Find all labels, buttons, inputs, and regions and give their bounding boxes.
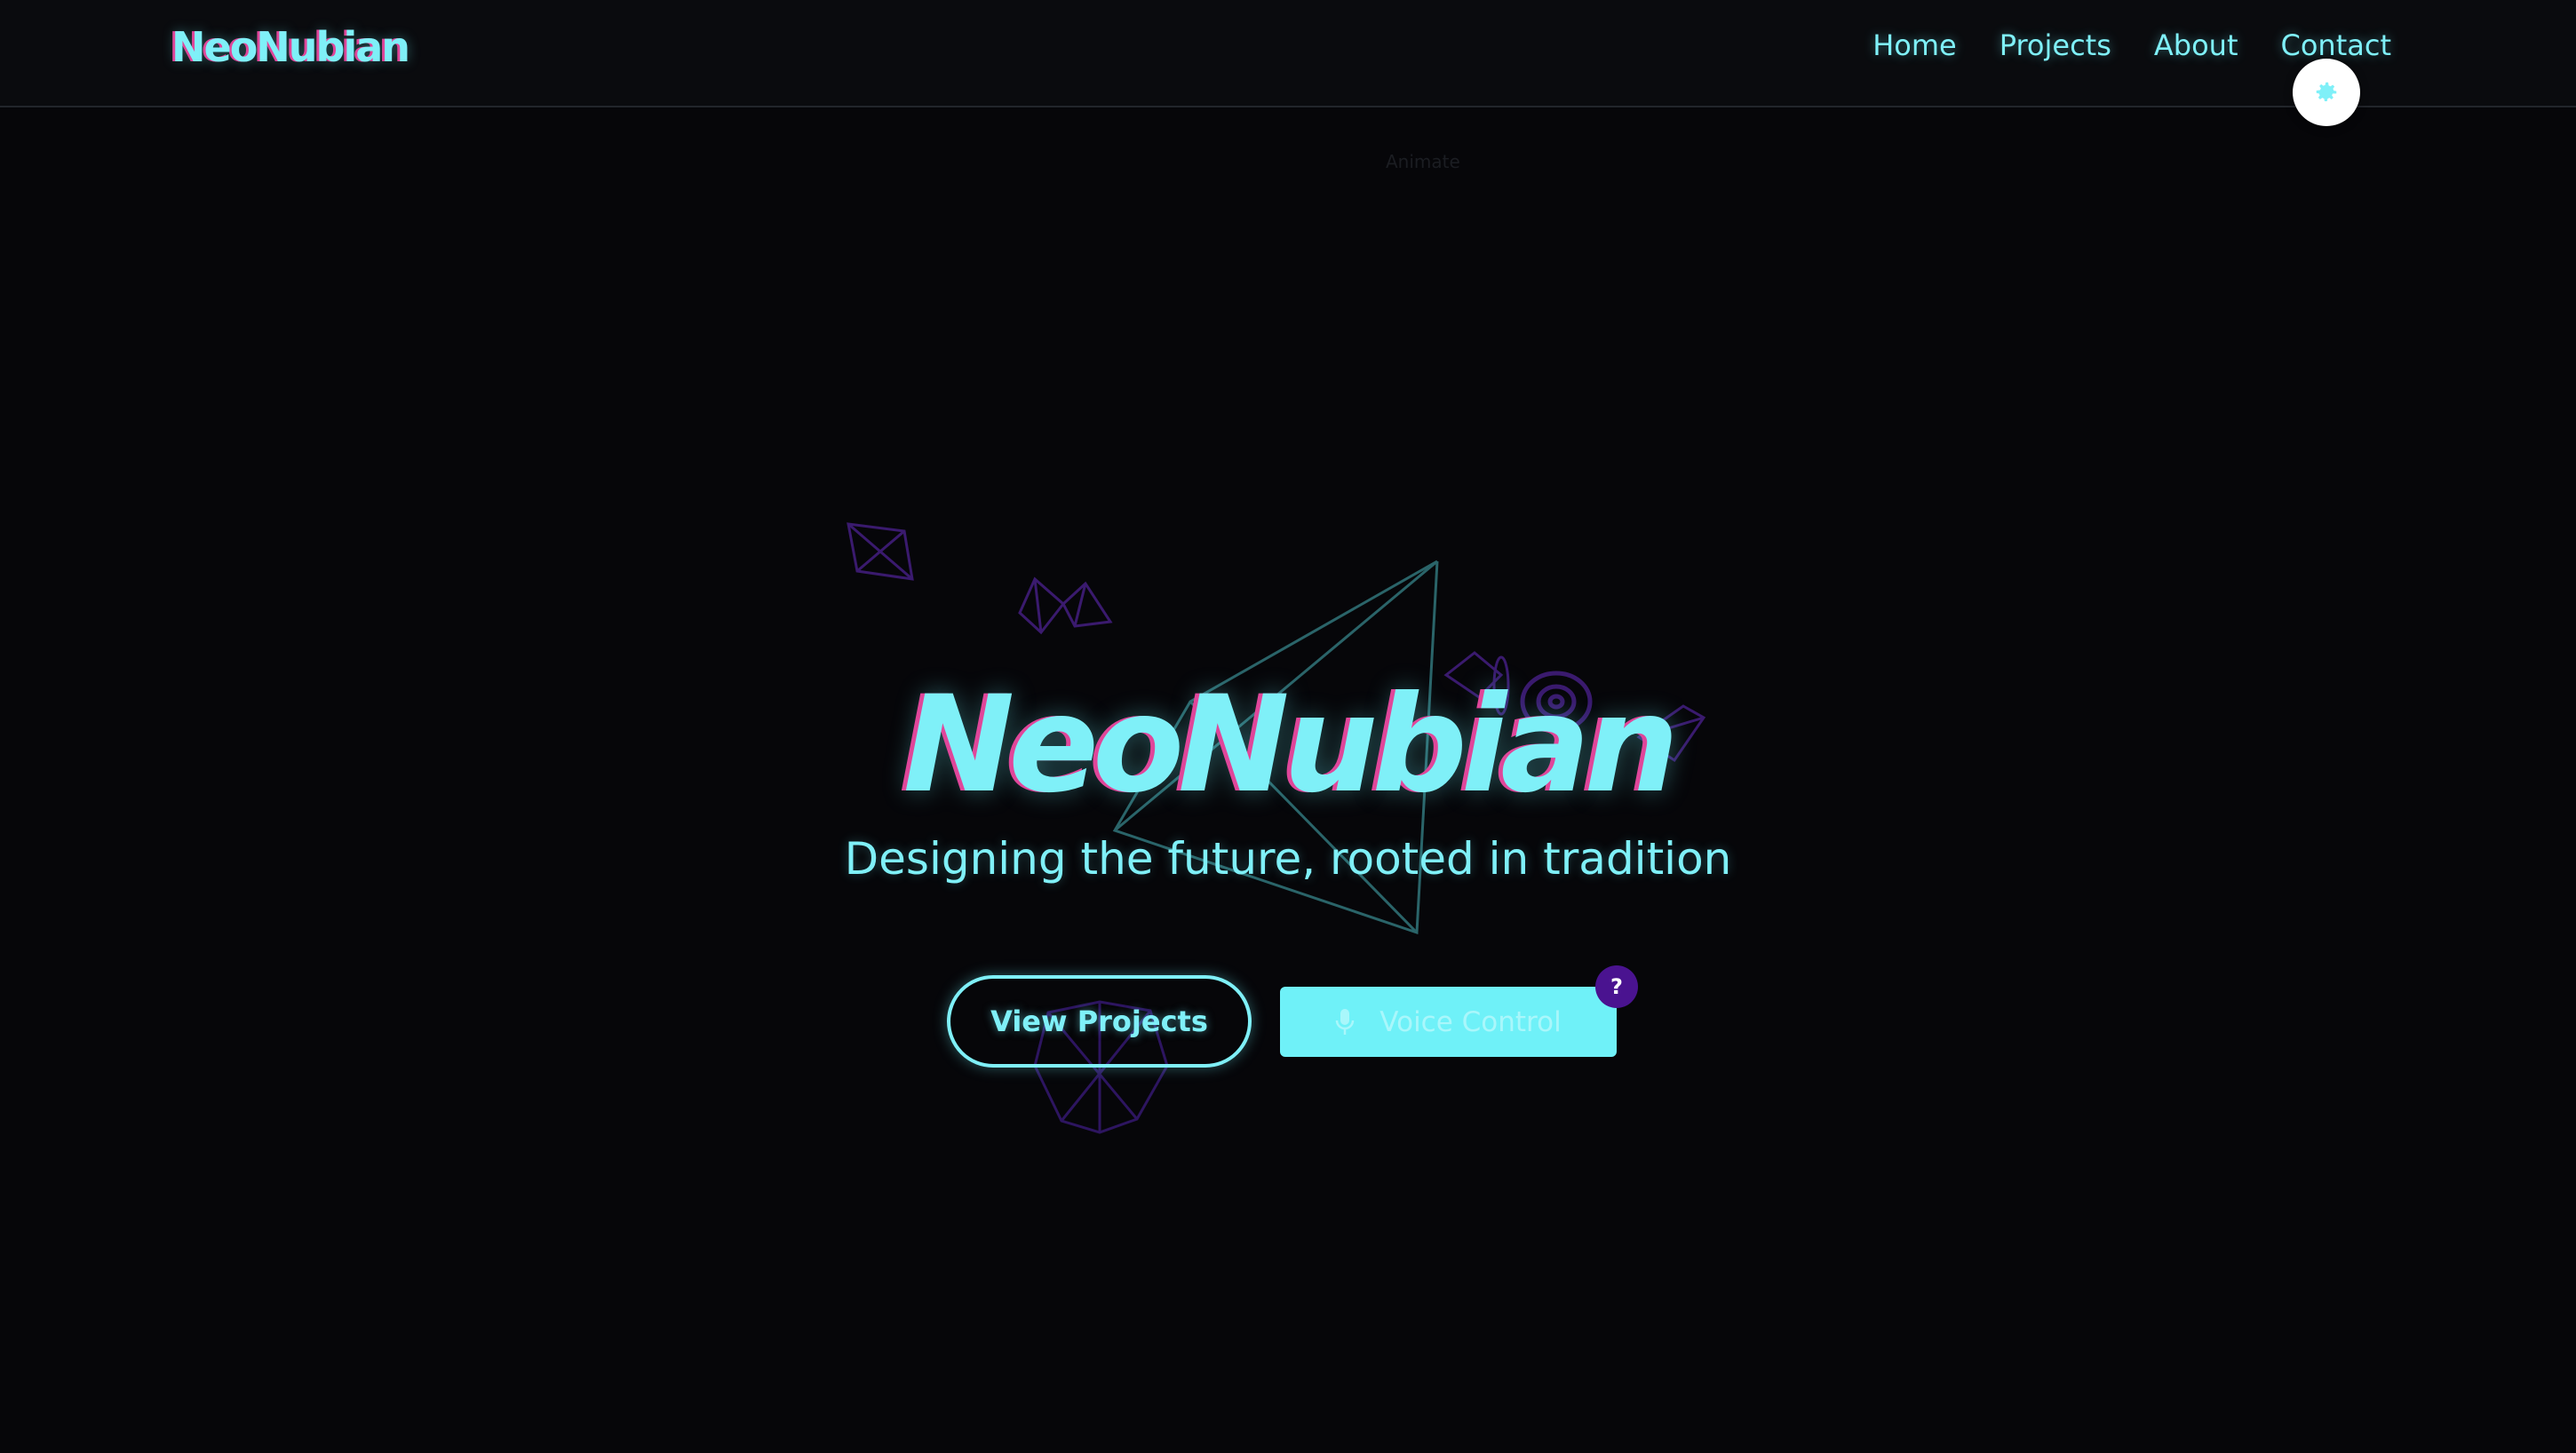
microphone-icon	[1336, 1008, 1355, 1035]
purple-twin-pyramid-shape	[1018, 576, 1113, 635]
help-button[interactable]: ?	[1595, 965, 1638, 1008]
view-projects-button[interactable]: View Projects	[947, 975, 1252, 1068]
voice-control-label: Voice Control	[1379, 1005, 1562, 1038]
purple-cube-shape	[847, 522, 914, 581]
page: NeoNubian Home Projects About Contact An…	[0, 0, 2576, 1453]
hero-subtitle: Designing the future, rooted in traditio…	[844, 833, 1732, 885]
hero-title: NeoNubian	[902, 668, 1679, 822]
voice-control-button[interactable]: Voice Control	[1280, 987, 1617, 1057]
